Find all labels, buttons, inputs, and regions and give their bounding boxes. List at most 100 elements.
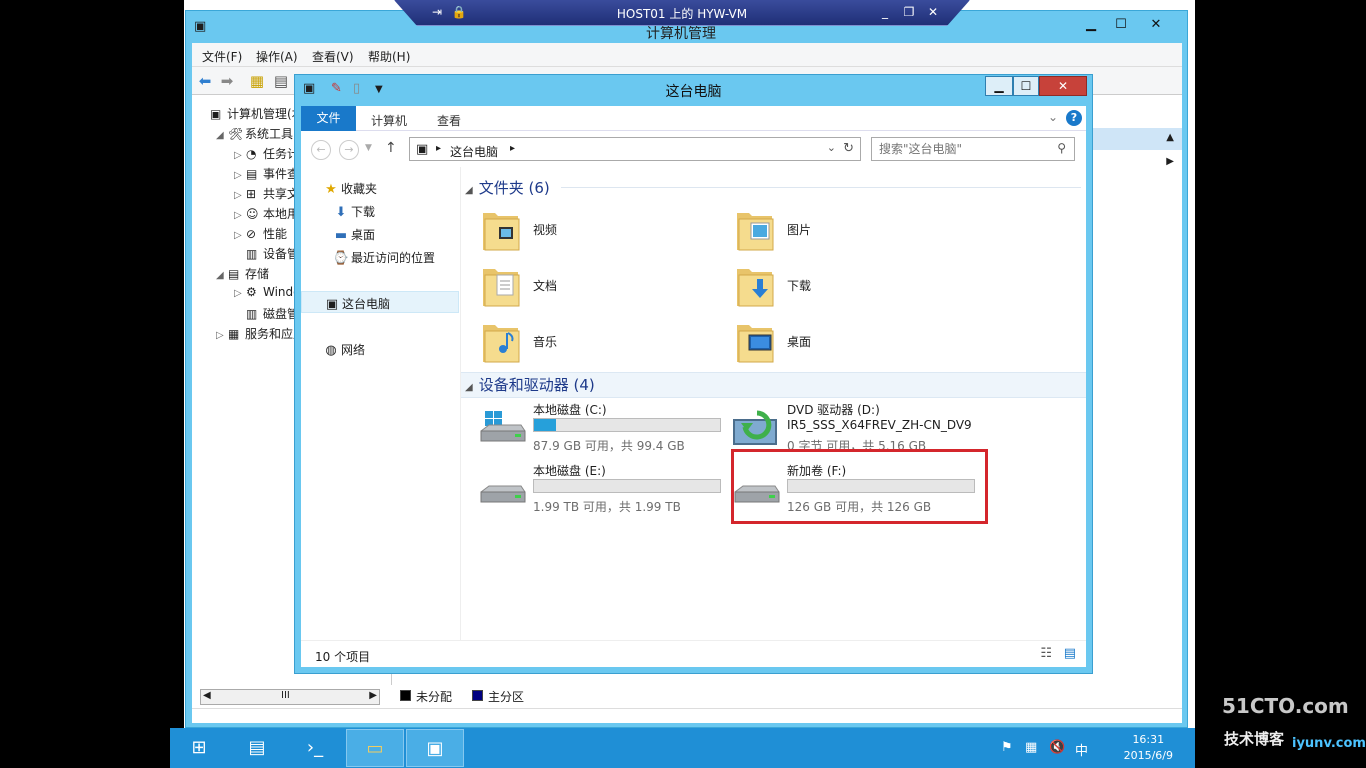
nav-item[interactable]: ⌚ 最近访问的位置 — [301, 246, 459, 268]
folders-group-header[interactable]: ◢ 文件夹 (6) — [465, 177, 550, 201]
menu-view[interactable]: 查看(V) — [312, 48, 354, 65]
folder-item[interactable]: 音乐 — [481, 317, 711, 369]
tree-item[interactable]: ▣ 计算机管理(本 — [198, 105, 304, 122]
search-input[interactable] — [873, 139, 1043, 159]
tree-item[interactable]: ▷ ⚙ Windo — [234, 285, 301, 299]
tree-item[interactable]: ◢ ▤ 存储 — [216, 265, 269, 282]
address-dropdown-icon[interactable]: ⌄ — [827, 141, 836, 154]
close-button[interactable]: ✕ — [1141, 15, 1171, 35]
file-explorer-button[interactable]: ▭ — [346, 729, 404, 767]
app-icon: ▣ — [194, 19, 207, 34]
up-folder-icon[interactable]: ▦ — [248, 72, 266, 90]
tab-view[interactable]: 查看 — [437, 112, 461, 129]
capacity-fill — [534, 419, 556, 431]
scroll-left-icon[interactable]: ◀ — [203, 690, 211, 701]
rdp-minimize-button[interactable]: _ — [877, 5, 893, 19]
status-bar — [192, 708, 1182, 724]
tree-item[interactable]: ▷ ▦ 服务和应用 — [216, 325, 305, 342]
breadcrumb-arrow-icon[interactable]: ▸ — [510, 143, 515, 154]
folder-item[interactable]: 视频 — [481, 205, 711, 257]
rdp-restore-button[interactable]: ❐ — [901, 5, 917, 19]
scroll-right-icon[interactable]: ▶ — [369, 690, 377, 701]
menu-file[interactable]: 文件(F) — [202, 48, 242, 65]
expand-toggle-icon[interactable]: ▷ — [234, 210, 246, 221]
breadcrumb-arrow-icon[interactable]: ▸ — [436, 143, 441, 154]
collapse-arrow-icon[interactable]: ◢ — [465, 185, 473, 196]
nav-item[interactable]: ◍ 网络 — [301, 338, 459, 360]
tab-file[interactable]: 文件 — [301, 106, 356, 131]
properties-icon[interactable]: ▤ — [272, 72, 290, 90]
nav-item[interactable]: ▬ 桌面 — [301, 223, 459, 245]
ribbon-expand-icon[interactable]: ⌄ — [1048, 110, 1058, 124]
folder-item[interactable]: 下载 — [735, 261, 965, 313]
details-view-icon[interactable]: ☷ — [1040, 646, 1052, 661]
collapse-arrow-icon[interactable]: ▲ — [1166, 132, 1174, 143]
expand-arrow-icon[interactable]: ▶ — [1166, 156, 1174, 167]
expand-toggle-icon[interactable]: ▷ — [216, 330, 228, 341]
watermark-site: iyunv.com — [1292, 736, 1366, 751]
drive-item[interactable]: 本地磁盘 (C:) 87.9 GB 可用，共 99.4 GB — [477, 401, 727, 457]
expand-toggle-icon[interactable]: ▷ — [234, 150, 246, 161]
rdp-close-button[interactable]: ✕ — [925, 5, 941, 19]
tree-item[interactable]: ▥ 磁盘管 — [234, 305, 299, 322]
collapse-arrow-icon[interactable]: ◢ — [465, 382, 473, 393]
scroll-thumb[interactable]: III — [281, 690, 290, 701]
recent-dropdown-icon[interactable]: ▼ — [365, 143, 372, 153]
menu-action[interactable]: 操作(A) — [256, 48, 298, 65]
server-manager-button[interactable]: ▤ — [228, 729, 286, 767]
help-icon[interactable]: ? — [1066, 110, 1082, 126]
forward-button[interactable]: → — [339, 140, 359, 160]
drives-group-header[interactable]: ◢ 设备和驱动器 (4) — [465, 374, 595, 398]
expand-toggle-icon[interactable]: ▷ — [234, 288, 246, 299]
tab-computer[interactable]: 计算机 — [371, 112, 407, 129]
nav-item[interactable]: ▣ 这台电脑 — [301, 291, 459, 313]
maximize-button[interactable]: ☐ — [1106, 15, 1136, 35]
tree-item[interactable]: ▥ 设备管 — [234, 245, 299, 262]
volume-muted-icon[interactable]: 🔇 — [1049, 740, 1065, 755]
minimize-button[interactable]: ▁ — [1076, 15, 1106, 35]
refresh-icon[interactable]: ↻ — [843, 141, 854, 156]
start-button[interactable]: ⊞ — [170, 729, 228, 767]
tree-item[interactable]: ◢ 🛠 系统工具 — [216, 125, 293, 142]
drive-capacity-text: 1.99 TB 可用，共 1.99 TB — [533, 500, 681, 514]
computer-management-button[interactable]: ▣ — [406, 729, 464, 767]
search-icon[interactable]: ⚲ — [1057, 141, 1066, 155]
minimize-button[interactable]: ▁ — [985, 76, 1013, 96]
folder-item[interactable]: 图片 — [735, 205, 965, 257]
horizontal-scrollbar[interactable]: ◀ III ▶ — [200, 689, 380, 705]
menu-help[interactable]: 帮助(H) — [368, 48, 410, 65]
nav-item[interactable]: ⬇ 下载 — [301, 200, 459, 222]
back-button[interactable]: ← — [311, 140, 331, 160]
tree-item[interactable]: ▷ ▤ 事件查 — [234, 165, 299, 182]
tree-item[interactable]: ▷ ☺ 本地用 — [234, 205, 299, 222]
drive-item[interactable]: 本地磁盘 (E:) 1.99 TB 可用，共 1.99 TB — [477, 462, 727, 518]
tree-item[interactable]: ▷ ⊘ 性能 — [234, 225, 287, 242]
close-button[interactable]: ✕ — [1039, 76, 1087, 96]
drive-name: 本地磁盘 (E:) — [533, 464, 606, 478]
expand-toggle-icon[interactable]: ▷ — [234, 170, 246, 181]
forward-arrow-icon[interactable]: ➡ — [218, 72, 236, 90]
ime-indicator[interactable]: 中 — [1075, 740, 1088, 759]
maximize-button[interactable]: ☐ — [1013, 76, 1039, 96]
back-arrow-icon[interactable]: ⬅ — [196, 72, 214, 90]
flag-icon[interactable]: ⚑ — [1001, 740, 1013, 755]
drive-capacity-text: 87.9 GB 可用，共 99.4 GB — [533, 439, 685, 453]
this-pc-window[interactable]: ▣ ✎ ▯ ▼ 这台电脑 ▁ ☐ ✕ 文件 计算机 查看 ⌄ ? ← → ▼ ↑… — [294, 74, 1093, 674]
expand-toggle-icon[interactable]: ◢ — [216, 130, 228, 141]
tree-item[interactable]: ▷ ◔ 任务计 — [234, 145, 299, 162]
tiles-view-icon[interactable]: ▤ — [1064, 646, 1076, 661]
network-tray-icon[interactable]: ▦ — [1025, 740, 1037, 755]
expand-toggle-icon[interactable]: ◢ — [216, 270, 228, 281]
expand-toggle-icon[interactable]: ▷ — [234, 190, 246, 201]
folder-item[interactable]: 桌面 — [735, 317, 965, 369]
up-button[interactable]: ↑ — [385, 140, 397, 156]
clock[interactable]: 16:31 2015/6/9 — [1124, 732, 1173, 764]
folder-label: 桌面 — [787, 335, 812, 349]
search-box[interactable]: ⚲ — [871, 137, 1075, 161]
address-bar[interactable]: ▣ ▸ 这台电脑 ▸ ⌄ ↻ — [409, 137, 861, 161]
expand-toggle-icon[interactable]: ▷ — [234, 230, 246, 241]
folder-item[interactable]: 文档 — [481, 261, 711, 313]
nav-item[interactable]: ★ 收藏夹 — [301, 177, 459, 199]
tree-item[interactable]: ▷ ⊞ 共享文 — [234, 185, 299, 202]
powershell-button[interactable]: ›_ — [286, 729, 344, 767]
